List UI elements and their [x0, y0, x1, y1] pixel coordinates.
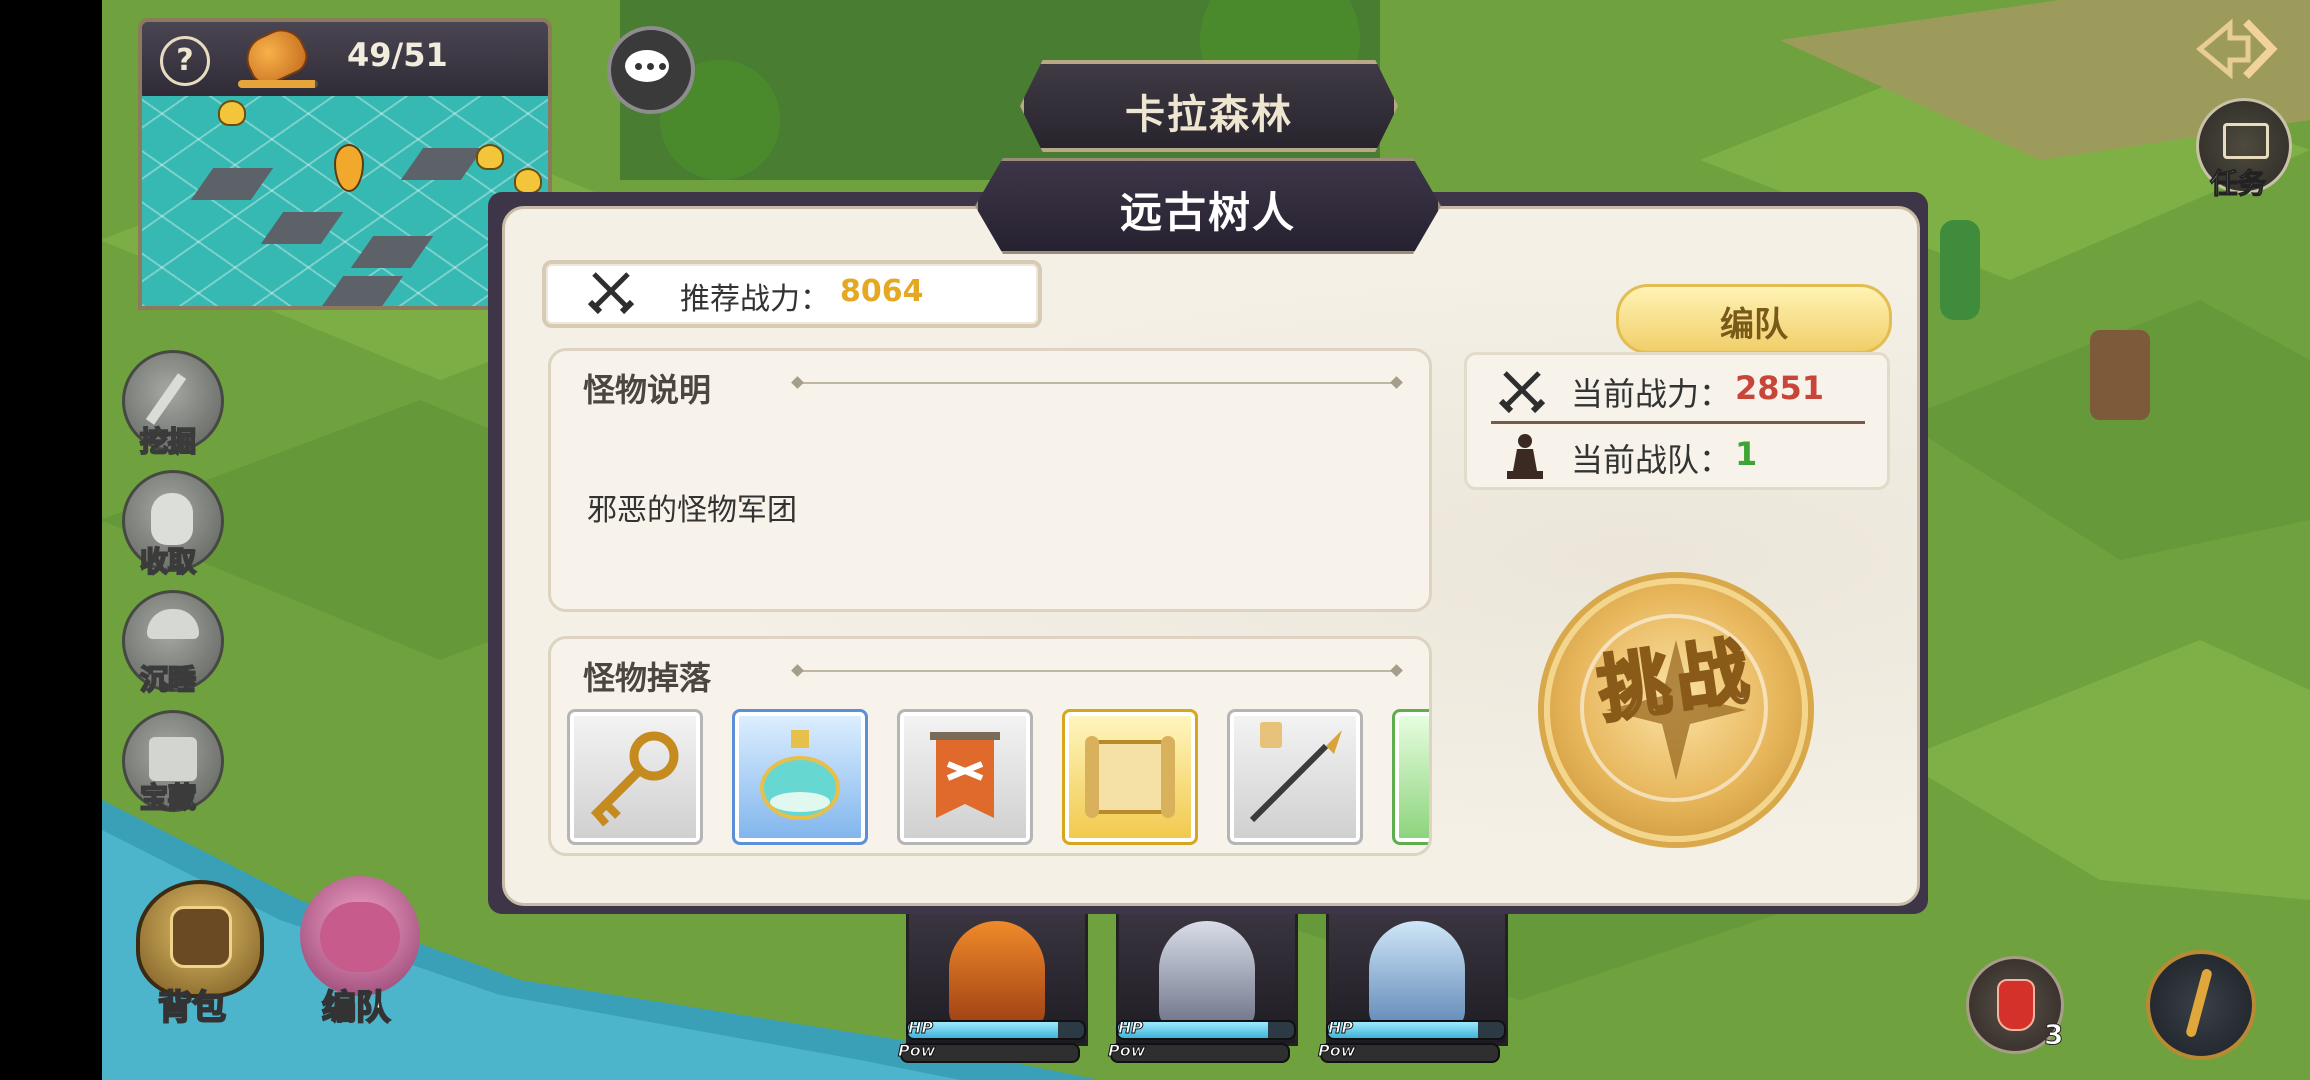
treasure-map-icon — [149, 737, 197, 781]
dig-label: 挖掘 — [139, 424, 197, 459]
skull-icon — [514, 168, 542, 194]
location-name: 卡拉森林 — [1125, 92, 1293, 138]
pow-label: Pow — [1108, 1041, 1146, 1061]
pow-label: Pow — [898, 1041, 936, 1061]
bag-label: 背包 — [157, 987, 227, 1029]
potion-flask-icon — [760, 730, 840, 820]
drop-item-spear[interactable] — [1227, 709, 1363, 845]
monster-drops-section: 怪物掉落 — [548, 636, 1432, 856]
drop-item-banner[interactable] — [897, 709, 1033, 845]
challenge-button[interactable]: 挑战 — [1544, 578, 1808, 842]
chat-button[interactable] — [607, 26, 695, 114]
pow-label: Pow — [1318, 1041, 1356, 1061]
key-icon — [590, 731, 679, 827]
stamina-bar: ? 49/51 — [138, 18, 552, 104]
monster-description-title: 怪物说明 — [583, 371, 712, 409]
skull-icon — [476, 144, 504, 170]
current-power-box: 当前战力： 2851 当前战队： 1 — [1464, 352, 1890, 490]
shovel-icon — [145, 373, 187, 425]
location-banner: 卡拉森林 — [1020, 60, 1398, 152]
current-power-value: 2851 — [1735, 369, 1825, 407]
hp-label: HP — [1327, 1018, 1354, 1038]
monster-name: 远古树人 — [1119, 188, 1296, 237]
team-button[interactable] — [300, 876, 420, 996]
potion-icon — [1997, 979, 2035, 1031]
minimap-tile — [350, 236, 434, 268]
monster-description-text: 邪恶的怪物军团 — [587, 493, 797, 528]
minimap-tile — [320, 276, 404, 306]
hero-avatar — [1159, 921, 1255, 1031]
backpack-icon — [170, 906, 232, 968]
hp-label: HP — [1117, 1018, 1144, 1038]
minimap-tile — [260, 212, 344, 244]
scroll-icon — [1085, 736, 1175, 818]
task-label: 任务 — [2209, 167, 2267, 201]
stamina-progress-fill — [238, 80, 315, 88]
current-squad-value: 1 — [1735, 435, 1758, 473]
player-marker-icon — [334, 144, 364, 192]
exit-arrow-icon[interactable] — [2190, 14, 2280, 84]
edit-team-label: 编队 — [1720, 305, 1788, 345]
drop-item-key[interactable] — [567, 709, 703, 845]
minimap-tile — [400, 148, 484, 180]
team-label: 编队 — [321, 987, 391, 1029]
monster-description-section: 怪物说明 邪恶的怪物军团 — [548, 348, 1432, 612]
edit-team-button[interactable]: 编队 — [1616, 284, 1892, 354]
mushroom-icon — [147, 609, 199, 639]
stamina-progress — [238, 80, 318, 88]
book-icon — [2223, 123, 2269, 159]
section-divider — [797, 382, 1397, 384]
recommended-power-value: 8064 — [840, 274, 924, 309]
potion-count: 3 — [2043, 1018, 2064, 1052]
monster-title-banner: 远古树人 — [975, 158, 1441, 254]
crossed-swords-icon — [1498, 371, 1546, 414]
divider — [1491, 421, 1865, 424]
drop-item-potion[interactable] — [732, 709, 868, 845]
stamina-count: 49/51 — [347, 36, 448, 74]
minimap-tile — [190, 168, 274, 200]
sleep-label: 沉睡 — [139, 662, 197, 697]
skull-icon — [218, 100, 246, 126]
chess-piece-icon — [1507, 434, 1543, 479]
recommended-power-box: 推荐战力： 8064 — [542, 260, 1042, 328]
current-squad-label: 当前战队： — [1571, 441, 1732, 479]
crossed-swords-icon — [587, 272, 635, 315]
hp-label: HP — [907, 1018, 934, 1038]
drop-item-partial[interactable] — [1392, 709, 1429, 845]
compass-button[interactable] — [2146, 950, 2256, 1060]
left-letterbox — [0, 0, 102, 1080]
banner-icon — [930, 732, 1000, 818]
hero-avatar — [1369, 921, 1465, 1031]
current-power-label: 当前战力： — [1571, 375, 1732, 413]
section-divider — [797, 670, 1397, 672]
spear-icon — [1249, 722, 1342, 823]
team-avatars-icon — [320, 902, 400, 972]
collect-label: 收取 — [139, 544, 197, 579]
hero-avatar — [949, 921, 1045, 1031]
drop-item-scroll[interactable] — [1062, 709, 1198, 845]
treasure-label: 宝藏 — [139, 780, 197, 815]
hand-icon — [151, 493, 193, 545]
monster-drops-title: 怪物掉落 — [583, 659, 712, 697]
compass-icon — [2185, 967, 2213, 1039]
recommended-power-label: 推荐战力： — [680, 282, 830, 317]
game-screen: ? 49/51 卡拉森林 任务 挖掘 收取 沉睡 宝藏 背包 编队 HP Pow… — [0, 0, 2310, 1080]
help-button[interactable]: ? — [160, 36, 210, 86]
